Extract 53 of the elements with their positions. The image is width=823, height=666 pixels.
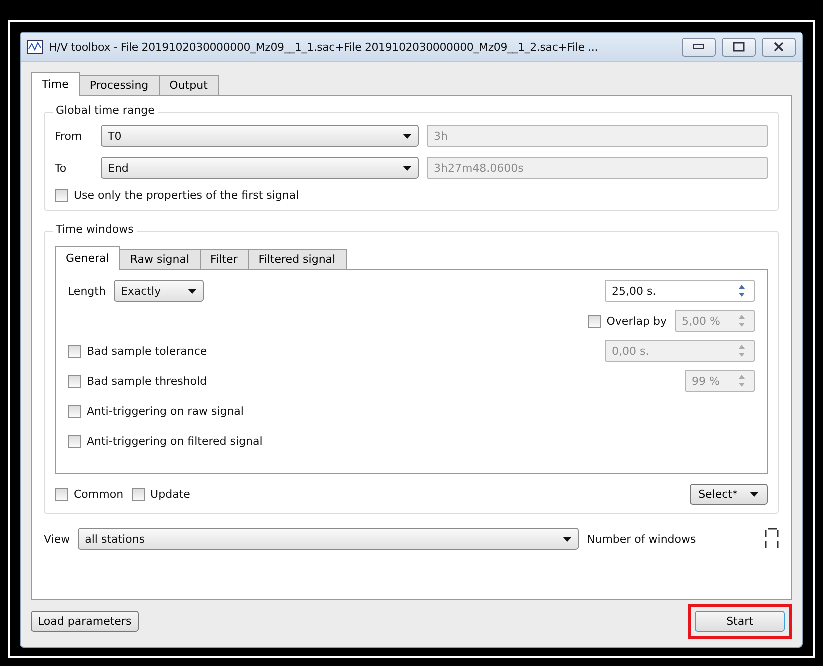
maximize-button[interactable] bbox=[722, 38, 756, 56]
maximize-icon bbox=[733, 42, 745, 52]
dropdown[interactable]: all stations bbox=[78, 528, 579, 550]
tab[interactable]: Filtered signal bbox=[248, 249, 347, 269]
checkbox[interactable] bbox=[132, 488, 145, 501]
caret-icon bbox=[750, 492, 759, 497]
checkbox[interactable] bbox=[68, 374, 81, 388]
caret-icon bbox=[403, 166, 412, 170]
group-title: Time windows bbox=[53, 223, 137, 236]
group-title: Global time range bbox=[53, 104, 158, 117]
minimize-icon bbox=[693, 44, 705, 50]
dialog-button[interactable]: Load parameters bbox=[31, 611, 139, 632]
checkbox-label: Overlap by bbox=[606, 314, 667, 328]
field-label: Number of windows bbox=[587, 532, 698, 546]
dropdown[interactable]: Exactly bbox=[114, 280, 204, 302]
checkbox[interactable] bbox=[68, 434, 81, 448]
checkbox[interactable] bbox=[68, 404, 81, 418]
checkbox-label: Update bbox=[150, 488, 190, 501]
field-label: View bbox=[44, 532, 70, 546]
time-field: 3h27m48.0600s bbox=[427, 157, 768, 179]
checkbox[interactable] bbox=[55, 189, 68, 202]
tab[interactable]: Processing bbox=[78, 75, 160, 95]
checkbox-label: Bad sample tolerance bbox=[87, 344, 208, 358]
field-label: From bbox=[55, 130, 84, 142]
dialog-button[interactable]: Start bbox=[695, 611, 785, 632]
checkbox-label: Bad sample threshold bbox=[87, 374, 208, 388]
tab[interactable]: Raw signal bbox=[119, 249, 201, 269]
field-label: Length bbox=[68, 284, 106, 298]
window-title: H/V toolbox - File 2019102030000000_Mz09__1_1.sac+File 2019102030000000_Mz09__1_2.sac+File ... bbox=[49, 40, 600, 54]
field-label: To bbox=[55, 162, 68, 174]
checkbox-label: Common bbox=[74, 488, 124, 501]
caret-icon bbox=[188, 288, 197, 294]
dropdown[interactable]: T0 bbox=[101, 125, 419, 147]
time-field: 3h bbox=[427, 125, 768, 147]
checkbox[interactable] bbox=[55, 488, 68, 501]
tab[interactable]: General bbox=[55, 246, 120, 270]
close-button[interactable] bbox=[762, 38, 796, 56]
checkbox[interactable] bbox=[68, 344, 81, 358]
chart-icon bbox=[27, 40, 43, 54]
select-button[interactable]: Select* bbox=[690, 484, 768, 505]
tab[interactable]: Filter bbox=[200, 249, 249, 269]
minimize-button[interactable] bbox=[682, 38, 716, 56]
caret-icon bbox=[403, 134, 412, 138]
checkbox-label: Anti-triggering on filtered signal bbox=[87, 434, 263, 448]
caret-icon bbox=[563, 536, 572, 542]
close-icon bbox=[773, 42, 785, 52]
checkbox-label: Use only the properties of the first signal bbox=[74, 189, 300, 202]
tab[interactable]: Time bbox=[31, 72, 80, 96]
tab[interactable]: Output bbox=[158, 75, 219, 95]
checkbox-label: Anti-triggering on raw signal bbox=[87, 404, 244, 418]
spin-field[interactable]: 25,00 s. bbox=[605, 280, 755, 302]
dropdown[interactable]: End bbox=[101, 157, 419, 179]
lcd-number-drawing bbox=[765, 528, 779, 550]
